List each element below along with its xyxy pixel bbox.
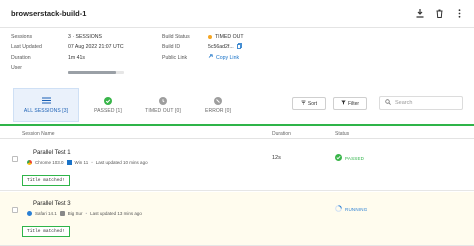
tab-timed-out-label: TIMED OUT [0] <box>145 107 181 114</box>
os-version: Win 11 <box>74 160 89 165</box>
build-meta: Sessions 3 · SESSIONS Last Updated 07 Au… <box>11 32 471 76</box>
dot-separator: • <box>85 211 88 216</box>
public-link-value-wrap: Copy Link <box>208 54 239 61</box>
safari-icon <box>27 211 32 216</box>
build-id-label: Build ID <box>162 43 181 50</box>
top-actions <box>415 8 464 18</box>
link-icon <box>208 54 213 61</box>
tab-error[interactable]: ERROR [0] <box>185 88 251 122</box>
last-updated: Last updated 13 mins ago <box>90 211 142 216</box>
session-duration: 12s <box>272 155 281 161</box>
user-progress-fill <box>68 71 116 74</box>
user-progress-bar <box>68 71 124 74</box>
build-status-value: TIMED OUT <box>215 33 244 40</box>
session-name[interactable]: Parallel Test 1 <box>33 150 71 156</box>
list-icon <box>41 97 51 105</box>
build-title: browserstack-build-1 <box>11 9 87 18</box>
header-status[interactable]: Status <box>335 131 349 137</box>
build-id-value-wrap: 5c56ad2f... <box>208 42 242 51</box>
session-environment: Chrome 103.0 Win 11 • Last updated 10 mi… <box>27 160 148 165</box>
build-id-value: 5c56ad2f... <box>208 43 234 50</box>
filter-button[interactable]: Filter <box>333 97 367 110</box>
table-row[interactable]: Parallel Test 3 Safari 14.1 Big Sur • La… <box>0 192 474 246</box>
table-header: Session Name Duration Status <box>0 128 474 139</box>
copy-icon[interactable] <box>236 42 242 51</box>
tab-all-sessions[interactable]: ALL SESSIONS [3] <box>13 88 79 122</box>
session-filters: ALL SESSIONS [3] PASSED [1] TIMED OUT [0… <box>0 80 474 126</box>
search-box[interactable] <box>379 96 463 110</box>
apple-icon <box>59 211 65 216</box>
last-updated-label: Last Updated <box>11 43 42 50</box>
header-session-name: Session Name <box>22 131 55 137</box>
download-icon[interactable] <box>415 8 424 18</box>
browser-version: Chrome 103.0 <box>35 160 64 165</box>
duration-label: Duration <box>11 54 31 61</box>
spinner-icon <box>335 205 342 213</box>
table-row[interactable]: Parallel Test 1 Chrome 103.0 Win 11 • La… <box>0 141 474 191</box>
tab-passed-label: PASSED [1] <box>94 107 122 114</box>
os-version: Big Sur <box>67 211 83 216</box>
user-label: User <box>11 64 22 71</box>
filter-label: Filter <box>347 100 360 107</box>
session-environment: Safari 14.1 Big Sur • Last updated 13 mi… <box>27 211 142 216</box>
assertion-message: Title matched! <box>22 175 70 186</box>
more-vertical-icon[interactable] <box>455 8 464 18</box>
search-icon <box>385 99 391 107</box>
check-circle-icon <box>335 154 342 162</box>
tab-error-label: ERROR [0] <box>205 107 231 114</box>
row-checkbox[interactable] <box>12 156 18 162</box>
sort-button[interactable]: Sort <box>292 97 326 110</box>
dot-separator: • <box>91 160 93 165</box>
status-label: RUNNING <box>345 206 368 212</box>
session-name[interactable]: Parallel Test 3 <box>33 201 71 207</box>
assertion-message: Title matched! <box>22 226 70 237</box>
chrome-icon <box>27 160 32 165</box>
filter-icon <box>341 100 346 107</box>
filter-divider <box>0 124 474 126</box>
sort-icon <box>301 100 306 107</box>
check-circle-icon <box>104 96 112 105</box>
copy-link-button[interactable]: Copy Link <box>216 55 239 61</box>
windows-icon <box>66 160 72 165</box>
browser-version: Safari 14.1 <box>35 211 57 216</box>
duration-value: 1m 41s <box>68 54 86 61</box>
sessions-label: Sessions <box>11 33 33 40</box>
top-bar: browserstack-build-1 <box>0 0 474 28</box>
public-link-label: Public Link <box>162 54 188 61</box>
search-input[interactable] <box>395 100 455 106</box>
build-status-value-wrap: TIMED OUT <box>208 34 244 40</box>
status-label: PASSED <box>345 155 365 161</box>
trash-icon[interactable] <box>435 8 444 18</box>
last-updated: Last updated 10 mins ago <box>95 160 148 165</box>
sessions-value: 3 · SESSIONS <box>68 33 103 40</box>
status-passed: PASSED <box>335 154 364 162</box>
clock-icon <box>159 96 167 105</box>
last-updated-value: 07 Aug 2022 21:07 UTC <box>68 43 124 50</box>
sort-label: Sort <box>307 100 318 107</box>
build-status-label: Build Status <box>162 33 190 40</box>
status-running: RUNNING <box>335 205 367 213</box>
row-checkbox[interactable] <box>12 207 18 213</box>
error-circle-icon <box>214 96 222 105</box>
tab-all-sessions-label: ALL SESSIONS [3] <box>23 107 69 114</box>
header-duration[interactable]: Duration <box>272 131 291 137</box>
timed-out-dot-icon <box>208 34 212 39</box>
